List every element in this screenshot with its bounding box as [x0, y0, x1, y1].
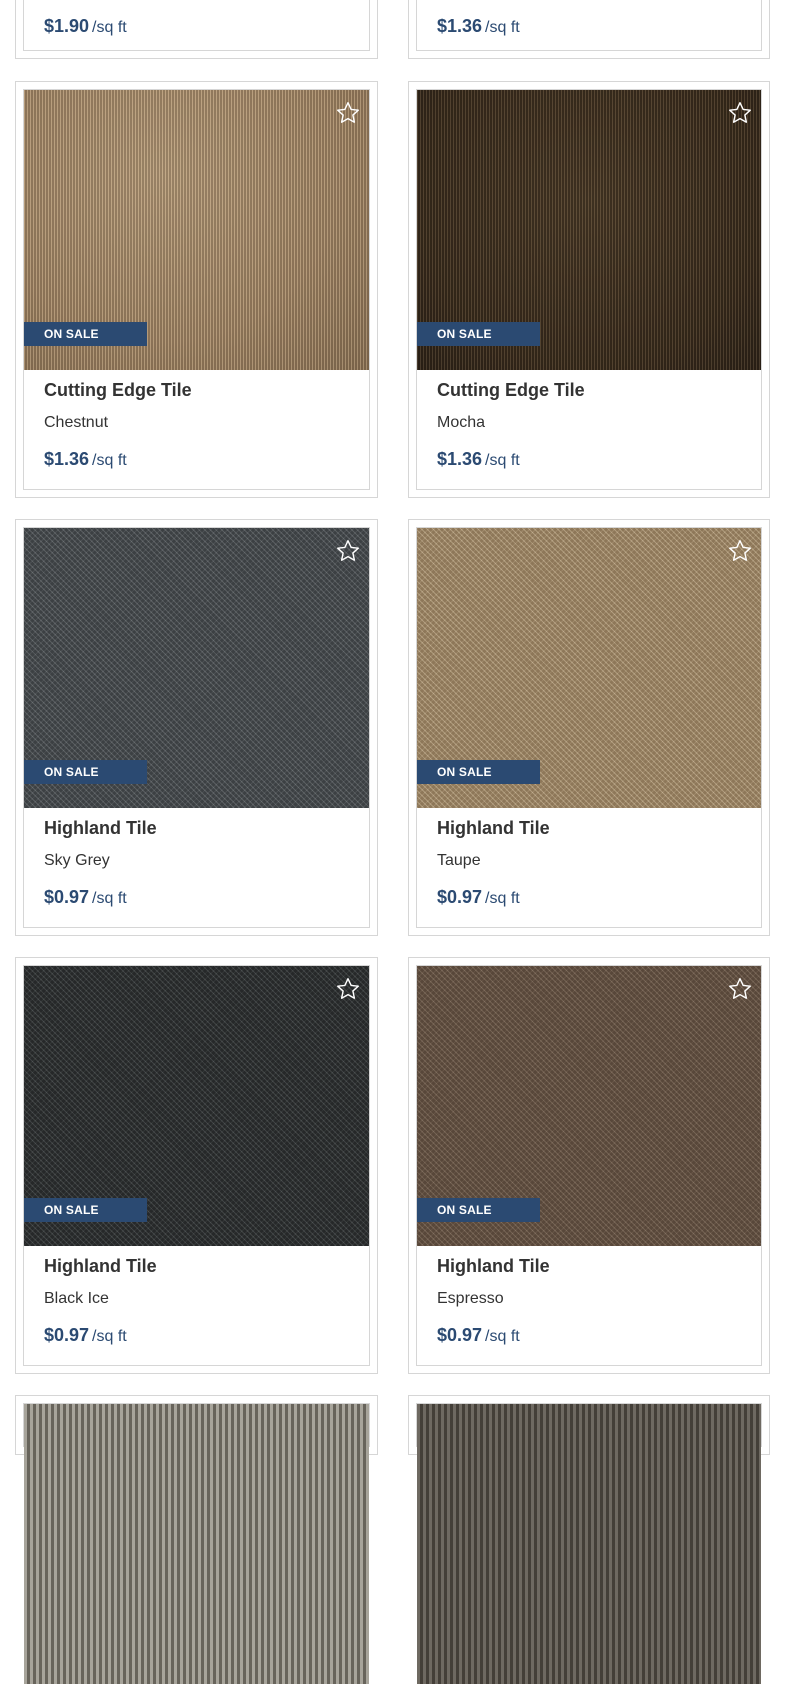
product-card[interactable]	[15, 1395, 378, 1684]
price-row: $0.97/sq ft	[437, 887, 520, 908]
card-inner: ON SALE Cutting Edge Tile Chestnut $1.36…	[23, 89, 370, 490]
price-row: $0.97/sq ft	[437, 1325, 520, 1346]
price-row: $1.36/sq ft	[44, 449, 127, 470]
price: $0.97	[44, 887, 90, 907]
price-unit: /sq ft	[485, 1328, 520, 1345]
product-name[interactable]: Highland Tile	[44, 1256, 157, 1277]
card-inner: ON SALE Cutting Edge Tile Mocha $1.36/sq…	[416, 89, 762, 490]
price-unit: /sq ft	[485, 19, 520, 36]
star-outline-icon[interactable]	[335, 976, 361, 1002]
star-outline-icon[interactable]	[727, 100, 753, 126]
price: $1.90	[44, 16, 90, 36]
price: $1.36	[437, 449, 483, 469]
on-sale-badge: ON SALE	[417, 760, 540, 784]
star-outline-icon[interactable]	[335, 538, 361, 564]
on-sale-badge: ON SALE	[417, 322, 540, 346]
product-name[interactable]: Cutting Edge Tile	[44, 380, 192, 401]
price-unit: /sq ft	[92, 1328, 127, 1345]
on-sale-badge: ON SALE	[24, 322, 147, 346]
product-card[interactable]: ON SALE Highland Tile Espresso $0.97/sq …	[408, 957, 770, 1374]
price: $0.97	[44, 1325, 90, 1345]
card-inner: ON SALE Highland Tile Taupe $0.97/sq ft	[416, 527, 762, 928]
price: $0.97	[437, 887, 483, 907]
card-inner: ON SALE Highland Tile Black Ice $0.97/sq…	[23, 965, 370, 1366]
card-inner	[23, 1403, 370, 1684]
product-card[interactable]: $1.36/sq ft	[408, 0, 770, 59]
product-name[interactable]: Highland Tile	[437, 818, 550, 839]
price-unit: /sq ft	[92, 452, 127, 469]
on-sale-badge: ON SALE	[24, 760, 147, 784]
price-row: $0.97/sq ft	[44, 1325, 127, 1346]
star-outline-icon[interactable]	[335, 100, 361, 126]
product-swatch-image[interactable]	[417, 1404, 761, 1684]
price-row: $1.36/sq ft	[437, 16, 520, 37]
product-card[interactable]: ON SALE Cutting Edge Tile Mocha $1.36/sq…	[408, 81, 770, 498]
card-inner	[416, 1403, 762, 1684]
price-row: $1.36/sq ft	[437, 449, 520, 470]
card-inner: $1.36/sq ft	[416, 0, 762, 51]
product-name[interactable]: Cutting Edge Tile	[437, 380, 585, 401]
price-unit: /sq ft	[485, 890, 520, 907]
product-card[interactable]: ON SALE Highland Tile Sky Grey $0.97/sq …	[15, 519, 378, 936]
price-unit: /sq ft	[92, 19, 127, 36]
price: $1.36	[44, 449, 90, 469]
price-unit: /sq ft	[92, 890, 127, 907]
product-card[interactable]: ON SALE Highland Tile Taupe $0.97/sq ft	[408, 519, 770, 936]
product-color: Black Ice	[44, 1290, 109, 1307]
product-name[interactable]: Highland Tile	[437, 1256, 550, 1277]
product-color: Taupe	[437, 852, 481, 869]
card-inner: ON SALE Highland Tile Espresso $0.97/sq …	[416, 965, 762, 1366]
product-color: Chestnut	[44, 414, 109, 431]
price-row: $0.97/sq ft	[44, 887, 127, 908]
product-color: Espresso	[437, 1290, 504, 1307]
price-row: $1.90/sq ft	[44, 16, 127, 37]
product-card[interactable]	[408, 1395, 770, 1684]
on-sale-badge: ON SALE	[24, 1198, 147, 1222]
product-name[interactable]: Highland Tile	[44, 818, 157, 839]
star-outline-icon[interactable]	[727, 976, 753, 1002]
card-inner: ON SALE Highland Tile Sky Grey $0.97/sq …	[23, 527, 370, 928]
product-color: Sky Grey	[44, 852, 110, 869]
price: $1.36	[437, 16, 483, 36]
product-card[interactable]: $1.90/sq ft	[15, 0, 378, 59]
product-card[interactable]: ON SALE Highland Tile Black Ice $0.97/sq…	[15, 957, 378, 1374]
price-unit: /sq ft	[485, 452, 520, 469]
price: $0.97	[437, 1325, 483, 1345]
product-color: Mocha	[437, 414, 486, 431]
product-card[interactable]: ON SALE Cutting Edge Tile Chestnut $1.36…	[15, 81, 378, 498]
star-outline-icon[interactable]	[727, 538, 753, 564]
on-sale-badge: ON SALE	[417, 1198, 540, 1222]
product-swatch-image[interactable]	[24, 1404, 369, 1684]
card-inner: $1.90/sq ft	[23, 0, 370, 51]
